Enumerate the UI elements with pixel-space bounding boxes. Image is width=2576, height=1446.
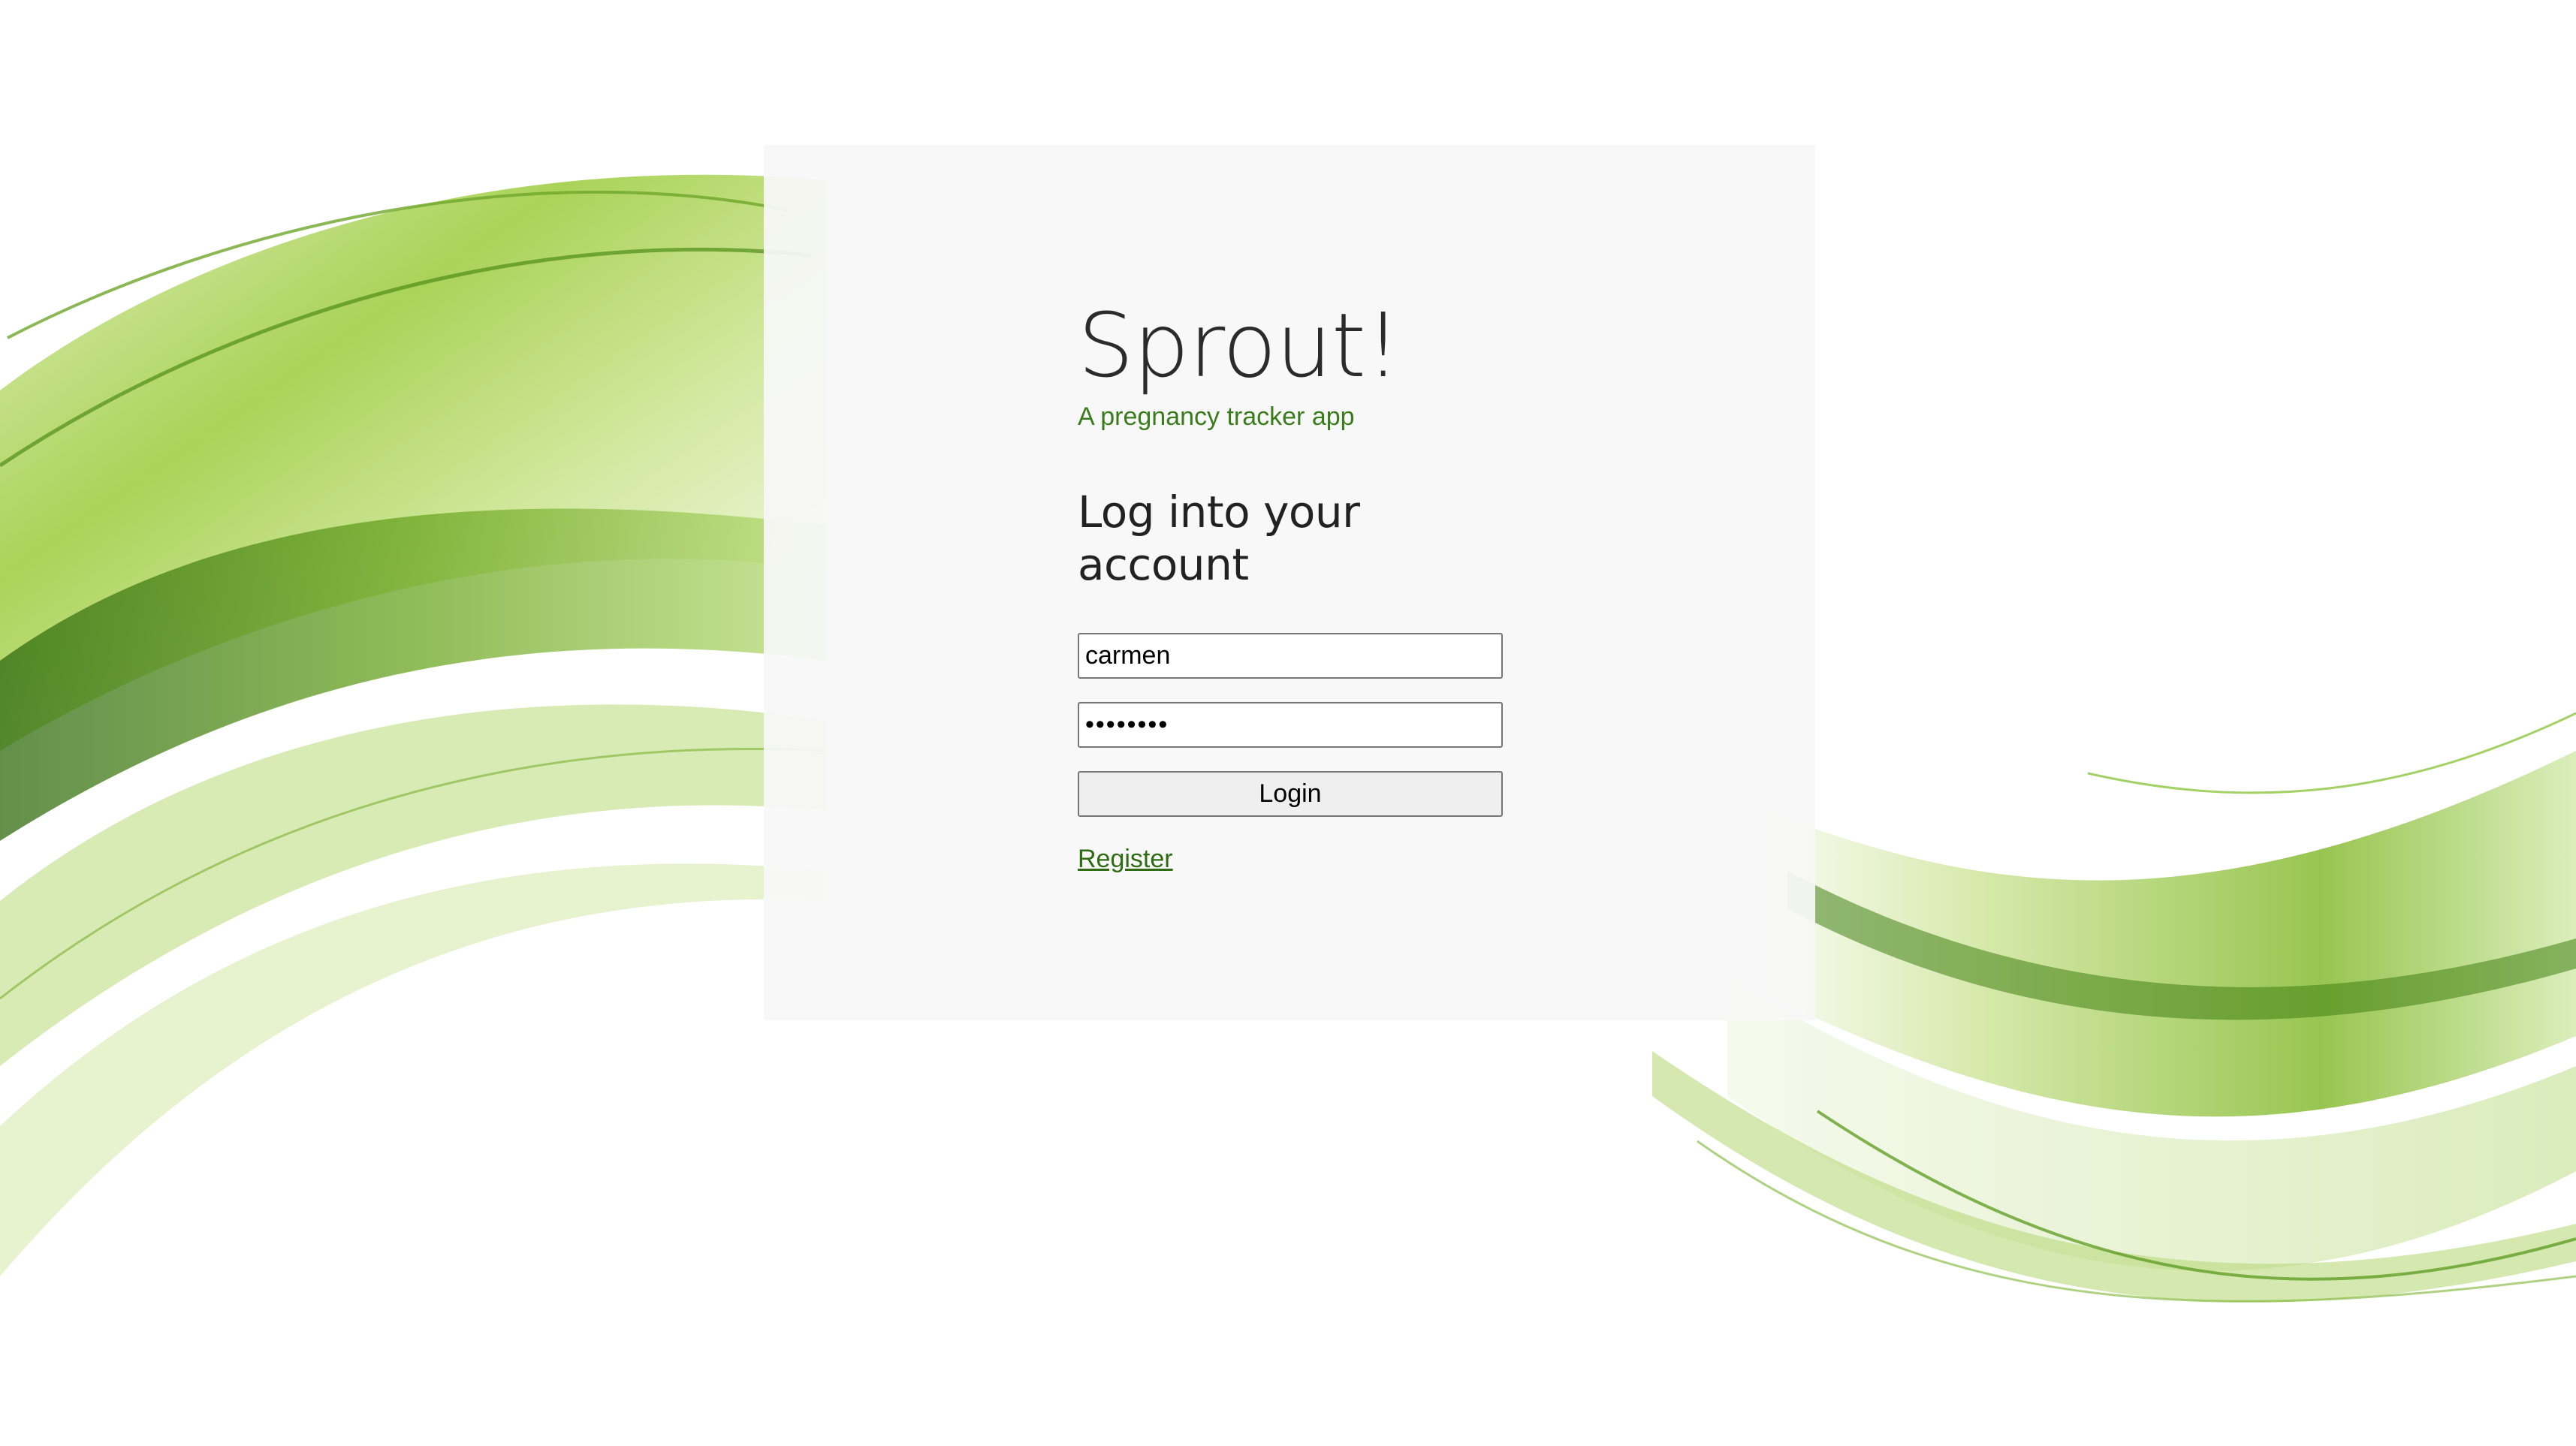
app-tagline: A pregnancy tracker app (1078, 402, 1355, 431)
username-input[interactable] (1078, 633, 1503, 679)
login-content: Sprout! A pregnancy tracker app Log into… (1078, 295, 1503, 874)
register-link[interactable]: Register (1078, 844, 1173, 874)
login-button[interactable]: Login (1078, 771, 1503, 817)
app-title: Sprout! (1078, 294, 1401, 397)
login-heading: Log into your account (1078, 487, 1360, 590)
password-input[interactable] (1078, 702, 1503, 748)
login-card: Sprout! A pregnancy tracker app Log into… (764, 145, 1815, 1020)
page: Sprout! A pregnancy tracker app Log into… (0, 0, 2576, 1446)
